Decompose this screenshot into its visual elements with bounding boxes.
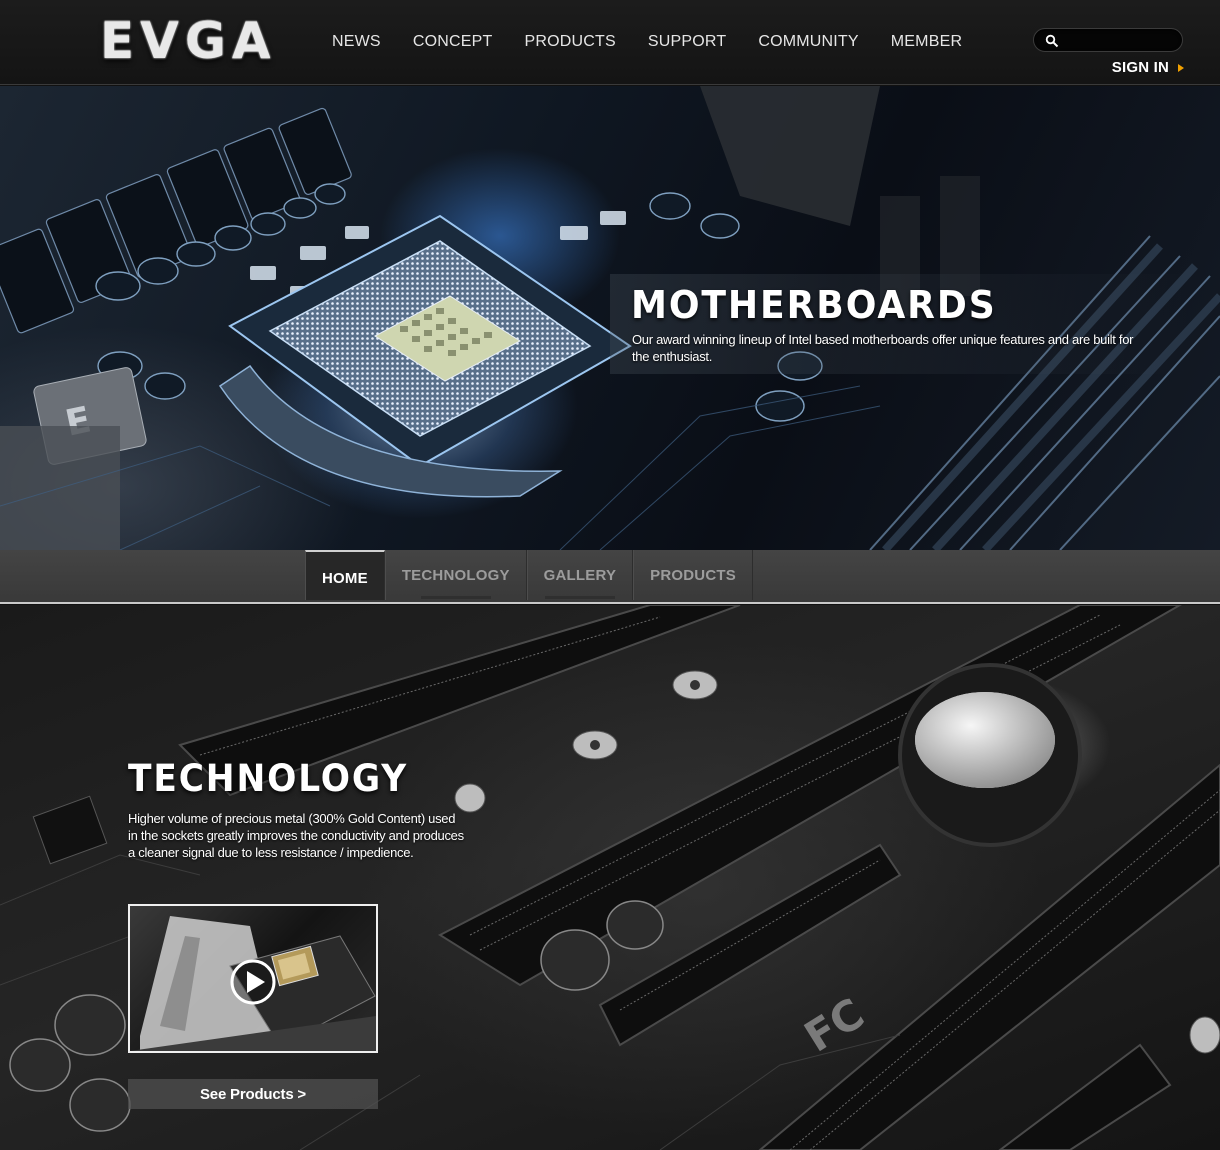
hero-title: MOTHERBOARDS	[631, 283, 997, 327]
hero-description: Our award winning lineup of Intel based …	[632, 332, 1134, 364]
nav-community[interactable]: COMMUNITY	[742, 32, 874, 52]
search-input[interactable]	[1064, 31, 1176, 49]
technology-description: Higher volume of precious metal (300% Go…	[128, 811, 464, 860]
tab-home[interactable]: HOME	[305, 550, 385, 600]
tab-gallery[interactable]: GALLERY	[526, 550, 634, 600]
search-box[interactable]	[1033, 28, 1183, 52]
play-icon[interactable]	[229, 958, 277, 1006]
see-products-button[interactable]: See Products >	[128, 1079, 378, 1109]
hero-banner: E MOTHERBOARDS Our award winning lineup …	[0, 86, 1220, 550]
nav-support[interactable]: SUPPORT	[632, 32, 742, 52]
tab-gallery-label: GALLERY	[543, 566, 617, 584]
nav-member[interactable]: MEMBER	[875, 32, 978, 52]
sign-in-link[interactable]: SIGN IN	[1112, 59, 1184, 76]
tab-technology[interactable]: TECHNOLOGY	[384, 550, 527, 600]
sign-in-label: SIGN IN	[1111, 59, 1169, 76]
tab-indicator	[420, 596, 491, 599]
main-nav: NEWS CONCEPT PRODUCTS SUPPORT COMMUNITY …	[316, 32, 978, 52]
tab-technology-label: TECHNOLOGY	[401, 566, 510, 584]
subnav-tabs: HOME TECHNOLOGY GALLERY PRODUCTS	[305, 550, 753, 602]
section-subnav: HOME TECHNOLOGY GALLERY PRODUCTS	[0, 550, 1220, 604]
technology-title: TECHNOLOGY	[128, 757, 409, 800]
technology-section: FC TECHNOLOGY Higher volume of precious …	[0, 605, 1220, 1150]
svg-text:FC: FC	[796, 989, 872, 1062]
video-thumbnail[interactable]	[128, 904, 378, 1053]
arrow-right-icon	[1178, 63, 1184, 72]
nav-news[interactable]: NEWS	[316, 32, 397, 52]
tab-indicator	[544, 596, 615, 599]
motherboard-closeup-image: FC	[0, 605, 1220, 1150]
site-header: EVGA NEWS CONCEPT PRODUCTS SUPPORT COMMU…	[0, 0, 1220, 85]
tab-products[interactable]: PRODUCTS	[633, 550, 753, 600]
nav-products[interactable]: PRODUCTS	[508, 32, 631, 52]
evga-logo[interactable]: EVGA	[100, 12, 300, 70]
nav-concept[interactable]: CONCEPT	[397, 32, 509, 52]
search-icon[interactable]	[1045, 34, 1059, 48]
